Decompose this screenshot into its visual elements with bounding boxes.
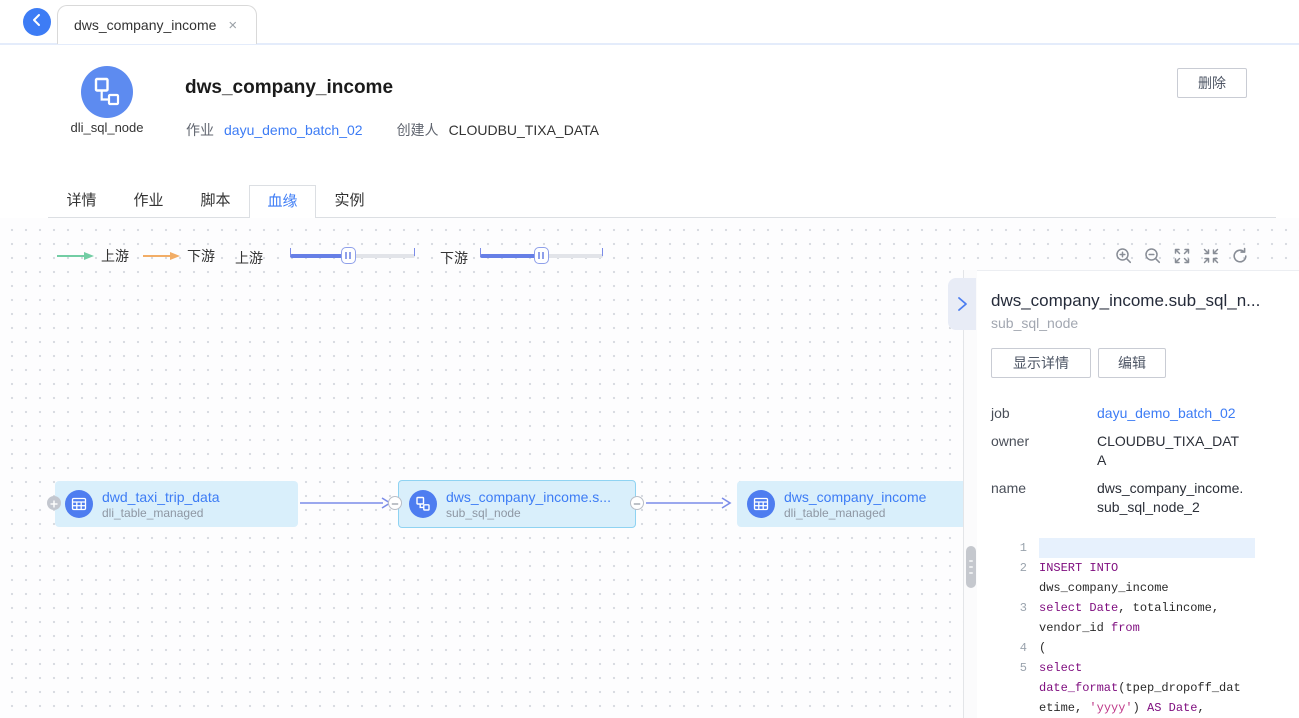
field-label-owner: owner [991, 432, 1097, 470]
expand-fullscreen-icon[interactable] [1172, 246, 1192, 266]
upstream-slider-label: 上游 [235, 248, 263, 268]
node-title: dws_company_income [784, 488, 926, 506]
upstream-arrow-icon [57, 251, 95, 261]
downstream-slider-handle[interactable] [534, 247, 549, 264]
canvas-scrollbar[interactable] [963, 270, 977, 718]
sql-code-viewer: 1 2 INSERT INTO dws_company_income 3 sel… [991, 538, 1275, 718]
collapse-left-port[interactable] [388, 496, 402, 510]
node-subtitle: dli_table_managed [102, 506, 220, 521]
node-type-label: dli_sql_node [52, 120, 162, 135]
details-panel-body: dws_company_income.sub_sql_n... sub_sql_… [977, 270, 1299, 718]
top-bar: dws_company_income × [0, 0, 1299, 45]
code-line: 3 select Date, totalincome, vendor_id fr… [991, 598, 1275, 638]
zoom-in-icon[interactable] [1114, 246, 1134, 266]
upstream-legend-label: 上游 [101, 246, 129, 266]
plus-icon [48, 498, 60, 510]
delete-button[interactable]: 删除 [1177, 68, 1247, 98]
lineage-node-dwd-taxi-trip-data[interactable]: dwd_taxi_trip_data dli_table_managed [55, 481, 298, 527]
lineage-node-dws-company-income[interactable]: dws_company_income dli_table_managed [737, 481, 977, 527]
upstream-slider-handle[interactable] [341, 247, 356, 264]
sql-node-icon [81, 66, 133, 118]
minus-icon [389, 498, 401, 510]
code-text [1039, 538, 1255, 558]
line-number: 1 [991, 538, 1039, 558]
document-tab-title: dws_company_income [74, 17, 216, 33]
show-details-button[interactable]: 显示详情 [991, 348, 1091, 378]
node-type-icon [81, 66, 133, 118]
code-text: select Date, totalincome, vendor_id from [1039, 598, 1255, 638]
chevron-left-icon [23, 6, 51, 39]
close-icon[interactable]: × [228, 17, 237, 34]
creator-label: 创建人 [397, 120, 439, 140]
table-icon [747, 490, 775, 518]
scrollbar-thumb[interactable] [966, 546, 976, 588]
lineage-legend: 上游 下游 [57, 246, 229, 266]
code-line: 1 [991, 538, 1275, 558]
node-subtitle: sub_sql_node [446, 506, 611, 521]
code-text: select date_format(tpep_dropoff_datetime… [1039, 658, 1255, 718]
panel-subtitle: sub_sql_node [991, 315, 1275, 331]
chevron-right-icon [955, 296, 969, 312]
tab-instances[interactable]: 实例 [316, 185, 383, 218]
node-subtitle: dli_table_managed [784, 506, 926, 521]
field-label-name: name [991, 479, 1097, 517]
edit-button[interactable]: 编辑 [1098, 348, 1166, 378]
tab-lineage[interactable]: 血缘 [249, 185, 316, 219]
job-link[interactable]: dayu_demo_batch_02 [224, 122, 363, 138]
code-text: ( [1039, 638, 1255, 658]
line-number: 2 [991, 558, 1039, 598]
sql-node-icon [409, 490, 437, 518]
field-value-owner: CLOUDBU_TIXA_DATA [1097, 432, 1247, 470]
zoom-out-icon[interactable] [1143, 246, 1163, 266]
collapse-right-port[interactable] [630, 496, 644, 510]
node-title: dws_company_income.s... [446, 488, 611, 506]
expand-upstream-port[interactable] [47, 496, 61, 510]
panel-title: dws_company_income.sub_sql_n... [991, 291, 1275, 311]
tab-jobs[interactable]: 作业 [115, 185, 182, 218]
field-label-job: job [991, 404, 1097, 423]
field-list: job dayu_demo_batch_02 owner CLOUDBU_TIX… [991, 404, 1275, 517]
code-line: 4 ( [991, 638, 1275, 658]
edge-arrow [300, 496, 392, 510]
line-number: 3 [991, 598, 1039, 638]
node-title: dwd_taxi_trip_data [102, 488, 220, 506]
table-icon [65, 490, 93, 518]
line-number: 4 [991, 638, 1039, 658]
refresh-icon[interactable] [1230, 246, 1250, 266]
downstream-legend-label: 下游 [187, 246, 215, 266]
downstream-slider-label: 下游 [440, 248, 468, 268]
lineage-node-sub-sql-node[interactable]: dws_company_income.s... sub_sql_node [398, 480, 636, 528]
details-panel: dws_company_income.sub_sql_n... sub_sql_… [963, 270, 1299, 718]
downstream-slider[interactable] [480, 254, 603, 258]
collapse-fullscreen-icon[interactable] [1201, 246, 1221, 266]
page-title: dws_company_income [185, 77, 393, 99]
tab-details[interactable]: 详情 [48, 185, 115, 218]
header-meta: 作业 dayu_demo_batch_02 创建人 CLOUDBU_TIXA_D… [186, 120, 599, 140]
tab-bar: 详情 作业 脚本 血缘 实例 [48, 185, 1276, 218]
back-button[interactable] [23, 8, 51, 36]
edge-arrow [646, 496, 732, 510]
code-line: 2 INSERT INTO dws_company_income [991, 558, 1275, 598]
field-value-job[interactable]: dayu_demo_batch_02 [1097, 404, 1247, 423]
code-line: 5 select date_format(tpep_dropoff_dateti… [991, 658, 1275, 718]
page: dws_company_income × dli_sql_node dws_co… [0, 0, 1299, 718]
code-text: INSERT INTO dws_company_income [1039, 558, 1255, 598]
downstream-arrow-icon [143, 251, 181, 261]
field-value-name: dws_company_income.sub_sql_node_2 [1097, 479, 1247, 517]
document-tab[interactable]: dws_company_income × [57, 5, 257, 44]
line-number: 5 [991, 658, 1039, 718]
minus-icon [631, 498, 643, 510]
upstream-slider[interactable] [290, 254, 415, 258]
job-label: 作业 [186, 120, 214, 140]
panel-collapse-handle[interactable] [948, 278, 976, 330]
creator-value: CLOUDBU_TIXA_DATA [449, 122, 599, 138]
tab-scripts[interactable]: 脚本 [182, 185, 249, 218]
